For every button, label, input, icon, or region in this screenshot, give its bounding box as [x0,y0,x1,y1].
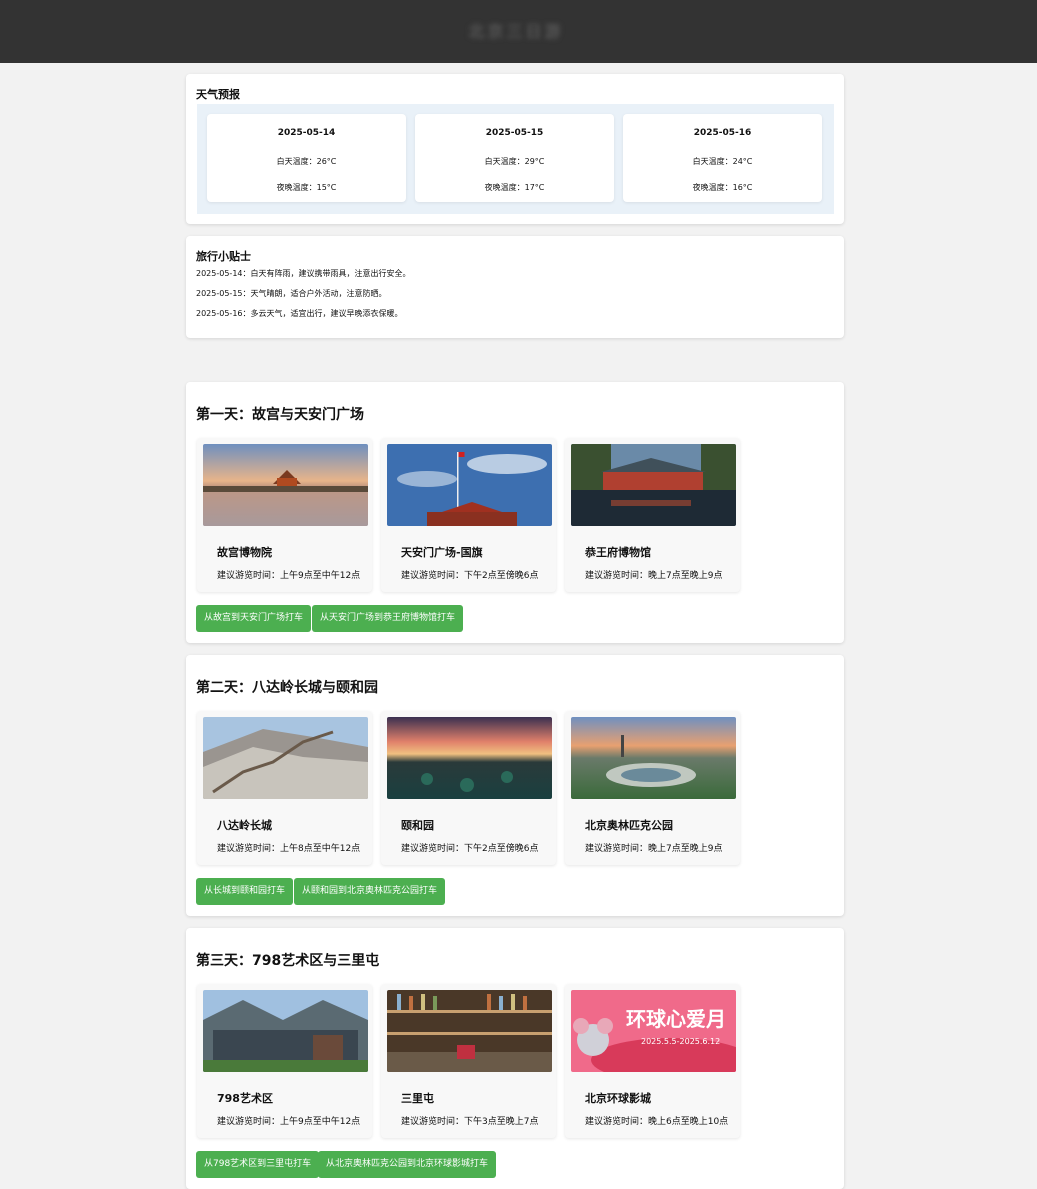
sanlitun-bar-photo [387,990,552,1072]
spot-time: 建议游览时间：下午2点至傍晚6点 [401,844,539,854]
spot-time: 建议游览时间：上午9点至中午12点 [217,571,361,581]
tip-item: 2025-05-16：多云天气，适宜出行，建议早晚添衣保暖。 [196,309,403,318]
spot-name: 798艺术区 [217,1092,273,1105]
tips-title: 旅行小贴士 [196,250,251,263]
universal-studios-poster: 环球心爱月 2025.5.5-2025.6.12 [571,990,736,1072]
day-title: 第一天：故宫与天安门广场 [196,407,364,423]
taxi-button[interactable]: 从天安门广场到恭王府博物馆打车 [312,605,464,632]
taxi-button[interactable]: 从颐和园到北京奥林匹克公园打车 [294,878,446,905]
spot-name: 故宫博物院 [217,546,272,559]
weather-day-item: 2025-05-16 白天温度：24°C 夜晚温度：16°C [623,114,822,202]
spot-card[interactable]: 北京奥林匹克公园 建议游览时间：晚上7点至晚上9点 [565,711,740,865]
day-title: 第三天：798艺术区与三里屯 [196,953,380,969]
top-header: 北京三日游 [0,0,1037,63]
spot-time: 建议游览时间：晚上6点至晚上10点 [585,1117,729,1127]
travel-tips-card: 旅行小贴士 2025-05-14：白天有阵雨，建议携带雨具，注意出行安全。 20… [186,236,844,338]
day-itinerary-card: 第二天：八达岭长城与颐和园 八达岭长城 建议游览时间：上午8点至中午12点 颐和… [186,655,844,916]
weather-night-temp: 夜晚温度：16°C [692,183,753,192]
spot-time: 建议游览时间：下午3点至晚上7点 [401,1117,539,1127]
spot-card[interactable]: 八达岭长城 建议游览时间：上午8点至中午12点 [197,711,372,865]
weather-date: 2025-05-16 [693,128,752,138]
spot-card[interactable]: 颐和园 建议游览时间：下午2点至傍晚6点 [381,711,556,865]
forbidden-city-photo [203,444,368,526]
spot-time: 建议游览时间：上午8点至中午12点 [217,844,361,854]
spot-name: 北京环球影城 [585,1092,651,1105]
spot-name: 天安门广场-国旗 [401,546,483,559]
weather-day-temp: 白天温度：29°C [484,157,545,166]
taxi-button[interactable]: 从798艺术区到三里屯打车 [196,1151,320,1178]
spot-name: 恭王府博物馆 [585,546,651,559]
summer-palace-photo [387,717,552,799]
taxi-button[interactable]: 从北京奥林匹克公园到北京环球影城打车 [318,1151,497,1178]
weather-night-temp: 夜晚温度：15°C [276,183,337,192]
tiananmen-flag-photo [387,444,552,526]
weather-date: 2025-05-14 [277,128,336,138]
spot-time: 建议游览时间：晚上7点至晚上9点 [585,571,723,581]
spot-card[interactable]: 环球心爱月 2025.5.5-2025.6.12 北京环球影城 建议游览时间：晚… [565,984,740,1138]
taxi-button[interactable]: 从长城到颐和园打车 [196,878,294,905]
spot-card[interactable]: 天安门广场-国旗 建议游览时间：下午2点至傍晚6点 [381,438,556,592]
spot-name: 三里屯 [401,1092,434,1105]
spot-card[interactable]: 故宫博物院 建议游览时间：上午9点至中午12点 [197,438,372,592]
spot-name: 八达岭长城 [217,819,272,832]
weather-day-item: 2025-05-14 白天温度：26°C 夜晚温度：15°C [207,114,406,202]
weather-card: 天气预报 2025-05-14 白天温度：26°C 夜晚温度：15°C 2025… [186,74,844,224]
spot-time: 建议游览时间：晚上7点至晚上9点 [585,844,723,854]
tip-item: 2025-05-14：白天有阵雨，建议携带雨具，注意出行安全。 [196,269,411,278]
taxi-button[interactable]: 从故宫到天安门广场打车 [196,605,312,632]
page-title: 北京三日游 [468,22,564,41]
weather-title: 天气预报 [196,88,240,101]
spot-time: 建议游览时间：下午2点至傍晚6点 [401,571,539,581]
spot-card[interactable]: 恭王府博物馆 建议游览时间：晚上7点至晚上9点 [565,438,740,592]
poster-dates-text: 2025.5.5-2025.6.12 [641,1037,720,1046]
weather-night-temp: 夜晚温度：17°C [484,183,545,192]
great-wall-photo [203,717,368,799]
spot-card[interactable]: 798艺术区 建议游览时间：上午9点至中午12点 [197,984,372,1138]
weather-day-temp: 白天温度：26°C [276,157,337,166]
tip-item: 2025-05-15：天气晴朗，适合户外活动，注意防晒。 [196,289,387,298]
prince-gong-mansion-photo [571,444,736,526]
poster-title-text: 环球心爱月 [626,1007,726,1031]
798-art-district-photo [203,990,368,1072]
spot-card[interactable]: 三里屯 建议游览时间：下午3点至晚上7点 [381,984,556,1138]
weather-day-temp: 白天温度：24°C [692,157,753,166]
spot-name: 北京奥林匹克公园 [585,819,673,832]
spot-name: 颐和园 [401,819,434,832]
spot-time: 建议游览时间：上午9点至中午12点 [217,1117,361,1127]
weather-date: 2025-05-15 [485,128,544,138]
day-title: 第二天：八达岭长城与颐和园 [196,680,378,696]
weather-forecast-list: 2025-05-14 白天温度：26°C 夜晚温度：15°C 2025-05-1… [197,104,834,214]
olympic-park-photo [571,717,736,799]
day-itinerary-card: 第三天：798艺术区与三里屯 798艺术区 建议游览时间：上午9点至中午12点 [186,928,844,1189]
weather-day-item: 2025-05-15 白天温度：29°C 夜晚温度：17°C [415,114,614,202]
day-itinerary-card: 第一天：故宫与天安门广场 故宫博物院 建议游览时间：上午9点至中午12点 天安门… [186,382,844,643]
